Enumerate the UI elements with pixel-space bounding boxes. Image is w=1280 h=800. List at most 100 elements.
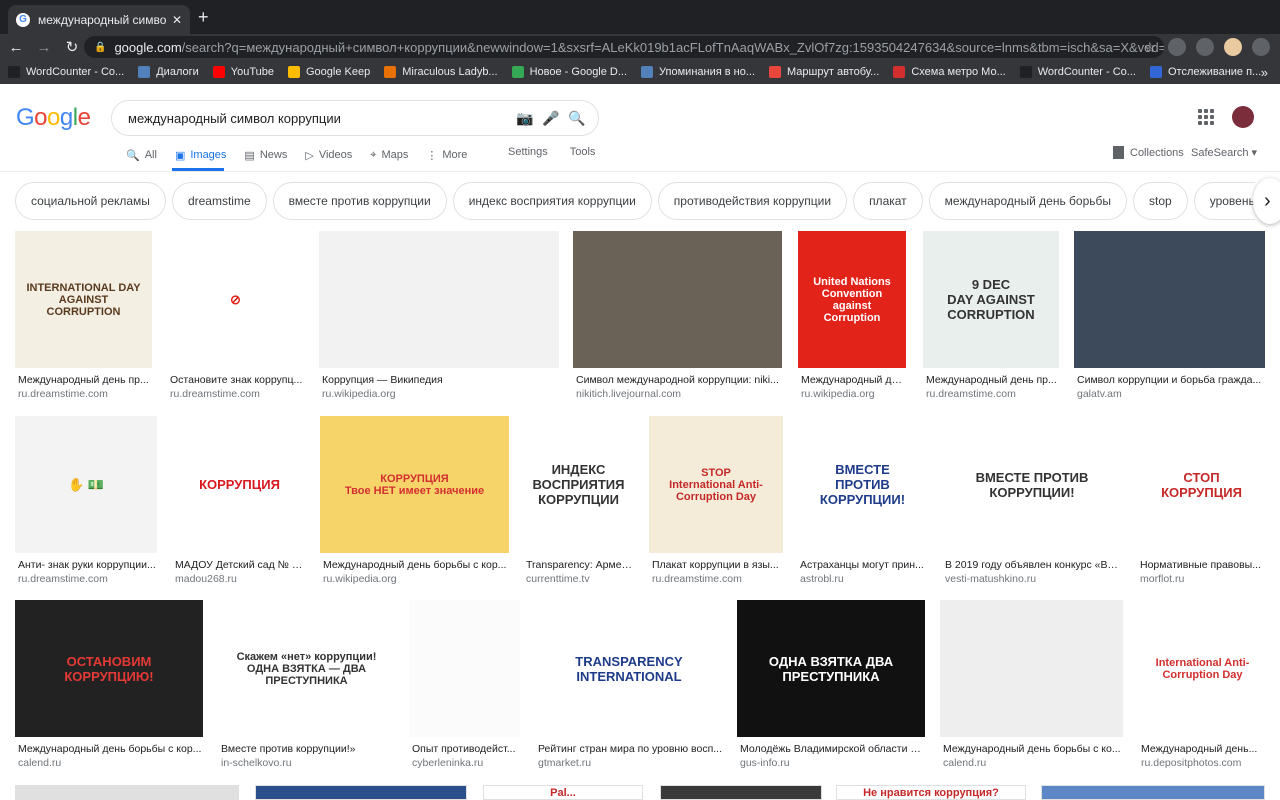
image-result[interactable]: 9 DEC DAY AGAINST CORRUPTION Международны… — [923, 231, 1059, 404]
image-result[interactable]: INTERNATIONAL DAY AGAINST CORRUPTION Межд… — [15, 231, 152, 404]
result-thumbnail[interactable] — [1074, 231, 1265, 368]
image-result[interactable]: Международный день борьбы с ко... calend.… — [940, 600, 1123, 773]
image-result[interactable]: International Anti-Corruption Day Междуна… — [1138, 600, 1267, 773]
result-thumbnail[interactable]: КОРРУПЦИЯ — [172, 416, 307, 553]
result-caption[interactable]: Международный день борьбы с ко... — [943, 743, 1122, 755]
result-thumbnail[interactable]: ИНДЕКС ВОСПРИЯТИЯ КОРРУПЦИИ — [523, 416, 634, 553]
result-thumbnail[interactable] — [319, 231, 559, 368]
forward-icon[interactable]: → — [32, 39, 56, 56]
image-result[interactable]: ИНДЕКС ВОСПРИЯТИЯ КОРРУПЦИИ Transparency:… — [523, 416, 634, 589]
image-result[interactable]: Скажем «нет» коррупции! ОДНА ВЗЯТКА — ДВ… — [218, 600, 395, 773]
result-caption[interactable]: Молодёжь Владимирской области п... — [740, 743, 924, 755]
collections-link[interactable]: Collections — [1113, 146, 1184, 159]
result-caption[interactable]: Астраханцы могут прин... — [800, 559, 927, 571]
bookmark-item[interactable]: WordCounter - Co... — [1019, 66, 1136, 78]
bookmark-item[interactable]: Отслеживание п... — [1149, 66, 1261, 78]
browser-tab[interactable]: G международный символ корр ✕ — [8, 5, 190, 34]
search-input[interactable]: международный символ коррупции — [128, 111, 512, 126]
safesearch-toggle[interactable]: SafeSearch ▾ — [1191, 146, 1257, 159]
tab-more[interactable]: ⋮ More — [426, 145, 467, 165]
incognito-icon[interactable] — [1168, 38, 1186, 56]
image-result[interactable]: ОСТАНОВИМ КОРРУПЦИЮ! Международный день б… — [15, 600, 203, 773]
user-avatar[interactable] — [1232, 106, 1254, 128]
tab-news[interactable]: ▤ News — [244, 145, 287, 165]
image-result[interactable]: Коррупция — Википедия ru.wikipedia.org — [319, 231, 559, 404]
result-caption[interactable]: В 2019 году объявлен конкурс «Вм... — [945, 559, 1121, 571]
result-caption[interactable]: Transparency: Армен... — [526, 559, 633, 571]
result-thumbnail[interactable] — [409, 600, 520, 737]
result-thumbnail[interactable]: International Anti-Corruption Day — [1138, 600, 1267, 737]
image-result[interactable]: СТОП КОРРУПЦИЯ Нормативные правовы... morf… — [1137, 416, 1266, 589]
result-caption[interactable]: Международный день... — [1141, 743, 1266, 755]
search-chip[interactable]: stop — [1133, 182, 1188, 220]
image-result-partial[interactable] — [15, 785, 239, 800]
address-bar[interactable]: 🔒 google.com /search?q=международный+сим… — [84, 36, 1164, 58]
search-box[interactable]: международный символ коррупции 📷 🎤 🔍 — [111, 100, 599, 136]
bookmark-star-icon[interactable]: ☆ — [1143, 39, 1156, 56]
result-thumbnail[interactable]: STOP International Anti-Corruption Day — [649, 416, 783, 553]
close-tab-icon[interactable]: ✕ — [172, 13, 182, 27]
search-chip[interactable]: противодействия коррупции — [657, 182, 848, 220]
image-result[interactable]: STOP International Anti-Corruption Day Пл… — [649, 416, 783, 589]
image-result-partial[interactable] — [1041, 785, 1265, 800]
reload-icon[interactable]: ↻ — [60, 38, 84, 56]
bookmark-item[interactable]: Диалоги — [138, 66, 199, 78]
result-caption[interactable]: МАДОУ Детский сад № 2... — [175, 559, 306, 571]
result-thumbnail[interactable]: 9 DEC DAY AGAINST CORRUPTION — [923, 231, 1059, 368]
google-logo[interactable]: Google — [16, 104, 91, 132]
image-result[interactable]: ВМЕСТЕ ПРОТИВ КОРРУПЦИИ! Астраханцы могут… — [797, 416, 928, 589]
image-result[interactable]: ⊘ Остановите знак коррупц... ru.dreamstime… — [167, 231, 304, 404]
result-thumbnail[interactable]: ВМЕСТЕ ПРОТИВ КОРРУПЦИИ! — [797, 416, 928, 553]
search-chip[interactable]: индекс восприятия коррупции — [452, 182, 652, 220]
image-result-partial[interactable] — [660, 785, 822, 800]
result-thumbnail[interactable]: СТОП КОРРУПЦИЯ — [1137, 416, 1266, 553]
result-caption[interactable]: Коррупция — Википедия — [322, 374, 558, 386]
search-chip[interactable]: плакат — [853, 182, 923, 220]
search-chip[interactable]: уровень коррупции — [1193, 182, 1255, 220]
result-caption[interactable]: Символ коррупции и борьба гражда... — [1077, 374, 1264, 386]
tab-maps[interactable]: ⌖ Maps — [370, 145, 408, 165]
bookmark-item[interactable]: WordCounter - Co... — [8, 66, 124, 78]
bookmark-item[interactable]: Новое - Google D... — [511, 66, 627, 78]
image-result[interactable]: United Nations Convention against Corrup… — [798, 231, 906, 404]
result-thumbnail[interactable]: Скажем «нет» коррупции! ОДНА ВЗЯТКА — ДВ… — [218, 600, 395, 737]
image-result[interactable]: ВМЕСТЕ ПРОТИВ КОРРУПЦИИ! В 2019 году объя… — [942, 416, 1122, 589]
image-result[interactable]: ОДНА ВЗЯТКА ДВА ПРЕСТУПНИКА Молодёжь Влад… — [737, 600, 925, 773]
result-thumbnail[interactable]: КОРРУПЦИЯ Твое НЕТ имеет значение — [320, 416, 509, 553]
result-caption[interactable]: Международный день борьбы с кор... — [323, 559, 508, 571]
search-chip[interactable]: dreamstime — [171, 182, 267, 220]
result-caption[interactable]: Рейтинг стран мира по уровню восп... — [538, 743, 722, 755]
result-thumbnail[interactable]: ⊘ — [167, 231, 304, 368]
tools-link[interactable]: Tools — [570, 146, 596, 158]
result-thumbnail[interactable]: ОСТАНОВИМ КОРРУПЦИЮ! — [15, 600, 203, 737]
result-thumbnail[interactable]: ОДНА ВЗЯТКА ДВА ПРЕСТУПНИКА — [737, 600, 925, 737]
new-tab-icon[interactable]: + — [198, 7, 209, 28]
chevron-right-icon[interactable]: › — [1253, 178, 1280, 224]
media-icon[interactable] — [1196, 38, 1214, 56]
microphone-icon[interactable]: 🎤 — [538, 110, 564, 127]
result-thumbnail[interactable] — [573, 231, 782, 368]
result-thumbnail[interactable]: INTERNATIONAL DAY AGAINST CORRUPTION — [15, 231, 152, 368]
result-caption[interactable]: Символ международной коррупции: niki... — [576, 374, 781, 386]
back-icon[interactable]: ← — [4, 39, 28, 56]
image-result-partial[interactable]: Pal... — [483, 785, 643, 800]
image-result-partial[interactable] — [255, 785, 467, 800]
tab-all[interactable]: 🔍 All — [126, 145, 157, 165]
image-result-partial[interactable]: Не нравится коррупция? — [836, 785, 1026, 800]
result-thumbnail[interactable]: ВМЕСТЕ ПРОТИВ КОРРУПЦИИ! — [942, 416, 1122, 553]
result-thumbnail[interactable]: TRANSPARENCY INTERNATIONAL — [535, 600, 723, 737]
result-caption[interactable]: Опыт противодейст... — [412, 743, 519, 755]
result-thumbnail[interactable]: United Nations Convention against Corrup… — [798, 231, 906, 368]
result-caption[interactable]: Нормативные правовы... — [1140, 559, 1265, 571]
search-icon[interactable]: 🔍 — [564, 110, 590, 127]
more-bookmarks-icon[interactable]: » — [1261, 65, 1268, 80]
search-chip[interactable]: международный день борьбы — [928, 182, 1128, 220]
image-result[interactable]: TRANSPARENCY INTERNATIONAL Рейтинг стран … — [535, 600, 723, 773]
menu-icon[interactable] — [1252, 38, 1270, 56]
result-thumbnail[interactable]: ✋ 💵 — [15, 416, 157, 553]
image-result[interactable]: КОРРУПЦИЯ Твое НЕТ имеет значение Междуна… — [320, 416, 509, 589]
bookmark-item[interactable]: Упоминания в но... — [641, 66, 755, 78]
result-caption[interactable]: Международный день борьбы с кор... — [18, 743, 202, 755]
image-result[interactable]: ✋ 💵 Анти- знак руки коррупции... ru.dreams… — [15, 416, 157, 589]
bookmark-item[interactable]: Miraculous Ladyb... — [384, 66, 498, 78]
